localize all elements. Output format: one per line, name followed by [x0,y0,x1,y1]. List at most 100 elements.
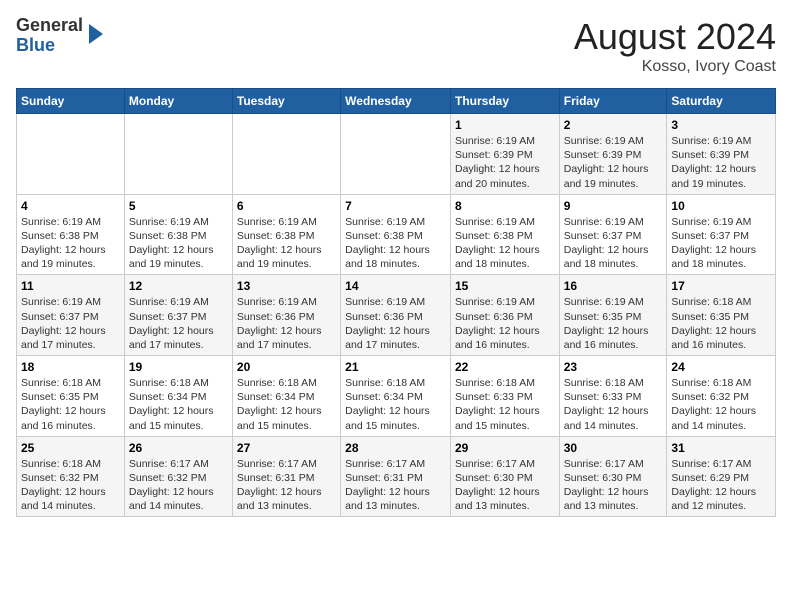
calendar-cell: 31 Sunrise: 6:17 AM Sunset: 6:29 PM Dayli… [667,436,776,517]
day-number: 19 [129,360,228,374]
day-info: Sunrise: 6:18 AM Sunset: 6:34 PM Dayligh… [345,376,446,433]
title-block: August 2024 Kosso, Ivory Coast [574,16,776,76]
calendar-cell: 10 Sunrise: 6:19 AM Sunset: 6:37 PM Dayli… [667,194,776,275]
day-number: 27 [237,441,336,455]
calendar-cell: 9 Sunrise: 6:19 AM Sunset: 6:37 PM Daylig… [559,194,667,275]
calendar-subtitle: Kosso, Ivory Coast [574,58,776,76]
weekday-header-row: SundayMondayTuesdayWednesdayThursdayFrid… [17,89,776,114]
day-number: 14 [345,279,446,293]
day-number: 16 [564,279,663,293]
day-info: Sunrise: 6:17 AM Sunset: 6:30 PM Dayligh… [564,457,663,514]
day-number: 9 [564,199,663,213]
day-number: 23 [564,360,663,374]
day-info: Sunrise: 6:17 AM Sunset: 6:29 PM Dayligh… [671,457,771,514]
calendar-cell [124,114,232,195]
calendar-cell: 27Sunrise: 6:17 AM Sunset: 6:31 PM Dayli… [232,436,340,517]
day-number: 28 [345,441,446,455]
calendar-cell: 16 Sunrise: 6:19 AM Sunset: 6:35 PM Dayli… [559,275,667,356]
calendar-cell: 5 Sunrise: 6:19 AM Sunset: 6:38 PM Daylig… [124,194,232,275]
calendar-cell: 28 Sunrise: 6:17 AM Sunset: 6:31 PM Dayli… [341,436,451,517]
calendar-cell: 23 Sunrise: 6:18 AM Sunset: 6:33 PM Dayli… [559,356,667,437]
day-info: Sunrise: 6:17 AM Sunset: 6:32 PM Dayligh… [129,457,228,514]
calendar-cell [17,114,125,195]
calendar-cell: 21 Sunrise: 6:18 AM Sunset: 6:34 PM Dayli… [341,356,451,437]
day-info: Sunrise: 6:17 AM Sunset: 6:30 PM Dayligh… [455,457,555,514]
day-info: Sunrise: 6:19 AM Sunset: 6:36 PM Dayligh… [345,295,446,352]
day-info: Sunrise: 6:19 AM Sunset: 6:36 PM Dayligh… [455,295,555,352]
day-number: 24 [671,360,771,374]
day-number: 4 [21,199,120,213]
day-number: 1 [455,118,555,132]
day-number: 12 [129,279,228,293]
day-number: 2 [564,118,663,132]
day-number: 17 [671,279,771,293]
calendar-cell: 20Sunrise: 6:18 AM Sunset: 6:34 PM Dayli… [232,356,340,437]
day-number: 21 [345,360,446,374]
calendar-cell: 22 Sunrise: 6:18 AM Sunset: 6:33 PM Dayli… [450,356,559,437]
day-info: Sunrise: 6:19 AM Sunset: 6:35 PM Dayligh… [564,295,663,352]
day-number: 30 [564,441,663,455]
day-info: Sunrise: 6:17 AM Sunset: 6:31 PM Dayligh… [345,457,446,514]
calendar-week-row: 18 Sunrise: 6:18 AM Sunset: 6:35 PM Dayli… [17,356,776,437]
day-number: 6 [237,199,336,213]
calendar-cell: 11Sunrise: 6:19 AM Sunset: 6:37 PM Dayli… [17,275,125,356]
weekday-header-saturday: Saturday [667,89,776,114]
day-info: Sunrise: 6:19 AM Sunset: 6:37 PM Dayligh… [564,215,663,272]
calendar-week-row: 25Sunrise: 6:18 AM Sunset: 6:32 PM Dayli… [17,436,776,517]
day-info: Sunrise: 6:19 AM Sunset: 6:38 PM Dayligh… [237,215,336,272]
day-info: Sunrise: 6:19 AM Sunset: 6:37 PM Dayligh… [21,295,120,352]
day-number: 26 [129,441,228,455]
day-number: 31 [671,441,771,455]
calendar-cell: 4 Sunrise: 6:19 AM Sunset: 6:38 PM Daylig… [17,194,125,275]
day-info: Sunrise: 6:19 AM Sunset: 6:39 PM Dayligh… [455,134,555,191]
calendar-cell: 3Sunrise: 6:19 AM Sunset: 6:39 PM Daylig… [667,114,776,195]
day-info: Sunrise: 6:19 AM Sunset: 6:38 PM Dayligh… [21,215,120,272]
calendar-cell [341,114,451,195]
day-number: 15 [455,279,555,293]
calendar-cell: 19 Sunrise: 6:18 AM Sunset: 6:34 PM Dayli… [124,356,232,437]
day-info: Sunrise: 6:19 AM Sunset: 6:37 PM Dayligh… [129,295,228,352]
day-number: 18 [21,360,120,374]
day-info: Sunrise: 6:18 AM Sunset: 6:34 PM Dayligh… [129,376,228,433]
day-info: Sunrise: 6:19 AM Sunset: 6:38 PM Dayligh… [345,215,446,272]
calendar-cell: 1 Sunrise: 6:19 AM Sunset: 6:39 PM Daylig… [450,114,559,195]
calendar-cell: 15 Sunrise: 6:19 AM Sunset: 6:36 PM Dayli… [450,275,559,356]
day-number: 20 [237,360,336,374]
day-number: 5 [129,199,228,213]
calendar-cell: 29 Sunrise: 6:17 AM Sunset: 6:30 PM Dayli… [450,436,559,517]
calendar-week-row: 1 Sunrise: 6:19 AM Sunset: 6:39 PM Daylig… [17,114,776,195]
calendar-cell: 26 Sunrise: 6:17 AM Sunset: 6:32 PM Dayli… [124,436,232,517]
calendar-cell: 25Sunrise: 6:18 AM Sunset: 6:32 PM Dayli… [17,436,125,517]
weekday-header-thursday: Thursday [450,89,559,114]
calendar-cell: 14 Sunrise: 6:19 AM Sunset: 6:36 PM Dayli… [341,275,451,356]
day-number: 29 [455,441,555,455]
day-info: Sunrise: 6:19 AM Sunset: 6:38 PM Dayligh… [455,215,555,272]
day-number: 8 [455,199,555,213]
calendar-cell: 17 Sunrise: 6:18 AM Sunset: 6:35 PM Dayli… [667,275,776,356]
day-number: 22 [455,360,555,374]
page-header: General Blue August 2024 Kosso, Ivory Co… [16,16,776,76]
calendar-cell: 24Sunrise: 6:18 AM Sunset: 6:32 PM Dayli… [667,356,776,437]
calendar-cell: 18 Sunrise: 6:18 AM Sunset: 6:35 PM Dayli… [17,356,125,437]
weekday-header-wednesday: Wednesday [341,89,451,114]
calendar-week-row: 11Sunrise: 6:19 AM Sunset: 6:37 PM Dayli… [17,275,776,356]
day-info: Sunrise: 6:19 AM Sunset: 6:38 PM Dayligh… [129,215,228,272]
day-info: Sunrise: 6:19 AM Sunset: 6:39 PM Dayligh… [564,134,663,191]
calendar-cell: 30 Sunrise: 6:17 AM Sunset: 6:30 PM Dayli… [559,436,667,517]
day-number: 25 [21,441,120,455]
day-info: Sunrise: 6:18 AM Sunset: 6:33 PM Dayligh… [455,376,555,433]
logo-blue: Blue [16,35,55,55]
logo: General Blue [16,16,103,56]
day-info: Sunrise: 6:19 AM Sunset: 6:36 PM Dayligh… [237,295,336,352]
calendar-cell: 6 Sunrise: 6:19 AM Sunset: 6:38 PM Daylig… [232,194,340,275]
calendar-cell: 2 Sunrise: 6:19 AM Sunset: 6:39 PM Daylig… [559,114,667,195]
day-info: Sunrise: 6:18 AM Sunset: 6:35 PM Dayligh… [21,376,120,433]
logo-general: General [16,15,83,35]
calendar-cell: 13Sunrise: 6:19 AM Sunset: 6:36 PM Dayli… [232,275,340,356]
day-info: Sunrise: 6:18 AM Sunset: 6:35 PM Dayligh… [671,295,771,352]
day-number: 10 [671,199,771,213]
weekday-header-tuesday: Tuesday [232,89,340,114]
day-info: Sunrise: 6:18 AM Sunset: 6:33 PM Dayligh… [564,376,663,433]
weekday-header-sunday: Sunday [17,89,125,114]
day-info: Sunrise: 6:19 AM Sunset: 6:37 PM Dayligh… [671,215,771,272]
